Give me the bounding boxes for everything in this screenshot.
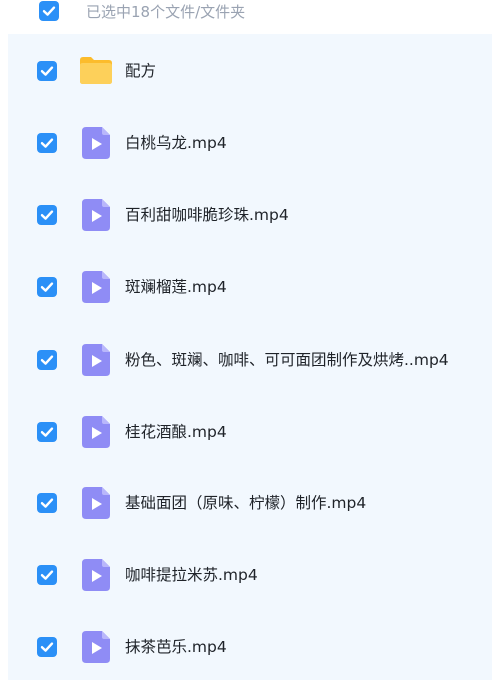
file-name[interactable]: 白桃乌龙.mp4 <box>125 131 227 155</box>
checkmark-icon <box>40 66 54 76</box>
video-file-icon <box>82 631 110 663</box>
video-file-icon <box>82 559 110 591</box>
checkmark-icon <box>40 210 54 220</box>
file-row[interactable]: 粉色、斑斓、咖啡、可可面团制作及烘烤..mp4 <box>8 335 492 385</box>
row-checkbox[interactable] <box>37 350 57 370</box>
checkmark-icon <box>40 498 54 508</box>
file-row[interactable]: 斑斓榴莲.mp4 <box>8 262 492 312</box>
row-checkbox[interactable] <box>37 133 57 153</box>
selection-count-label: 已选中18个文件/文件夹 <box>86 3 246 21</box>
file-name[interactable]: 粉色、斑斓、咖啡、可可面团制作及烘烤..mp4 <box>125 348 449 372</box>
file-name[interactable]: 配方 <box>125 59 156 83</box>
video-file-icon <box>82 344 110 376</box>
checkmark-icon <box>42 6 56 16</box>
file-name[interactable]: 桂花酒酿.mp4 <box>125 420 227 444</box>
row-checkbox[interactable] <box>37 565 57 585</box>
file-row[interactable]: 白桃乌龙.mp4 <box>8 118 492 168</box>
file-name[interactable]: 百利甜咖啡脆珍珠.mp4 <box>125 203 289 227</box>
video-file-icon <box>82 416 110 448</box>
checkmark-icon <box>40 282 54 292</box>
checkmark-icon <box>40 642 54 652</box>
row-checkbox[interactable] <box>37 422 57 442</box>
row-checkbox[interactable] <box>37 205 57 225</box>
file-row[interactable]: 桂花酒酿.mp4 <box>8 407 492 457</box>
video-file-icon <box>82 487 110 519</box>
checkmark-icon <box>40 138 54 148</box>
file-list: 配方 白桃乌龙.mp4 百利甜咖啡脆珍珠.mp4 斑斓榴莲.mp4 粉色、斑斓、… <box>8 34 492 680</box>
file-row[interactable]: 咖啡提拉米苏.mp4 <box>8 550 492 600</box>
checkmark-icon <box>40 427 54 437</box>
row-checkbox[interactable] <box>37 493 57 513</box>
checkmark-icon <box>40 355 54 365</box>
file-row[interactable]: 抹茶芭乐.mp4 <box>8 622 492 672</box>
row-checkbox[interactable] <box>37 277 57 297</box>
file-row[interactable]: 基础面团（原味、柠檬）制作.mp4 <box>8 478 492 528</box>
folder-icon <box>80 57 112 84</box>
select-all-checkbox[interactable] <box>39 1 59 21</box>
video-file-icon <box>82 199 110 231</box>
checkmark-icon <box>40 570 54 580</box>
video-file-icon <box>82 127 110 159</box>
file-row[interactable]: 配方 <box>8 46 492 96</box>
file-name[interactable]: 咖啡提拉米苏.mp4 <box>125 563 258 587</box>
selection-header: 已选中18个文件/文件夹 <box>0 0 500 30</box>
file-name[interactable]: 基础面团（原味、柠檬）制作.mp4 <box>125 491 366 515</box>
row-checkbox[interactable] <box>37 637 57 657</box>
file-name[interactable]: 斑斓榴莲.mp4 <box>125 275 227 299</box>
row-checkbox[interactable] <box>37 61 57 81</box>
file-row[interactable]: 百利甜咖啡脆珍珠.mp4 <box>8 190 492 240</box>
file-name[interactable]: 抹茶芭乐.mp4 <box>125 635 227 659</box>
video-file-icon <box>82 271 110 303</box>
